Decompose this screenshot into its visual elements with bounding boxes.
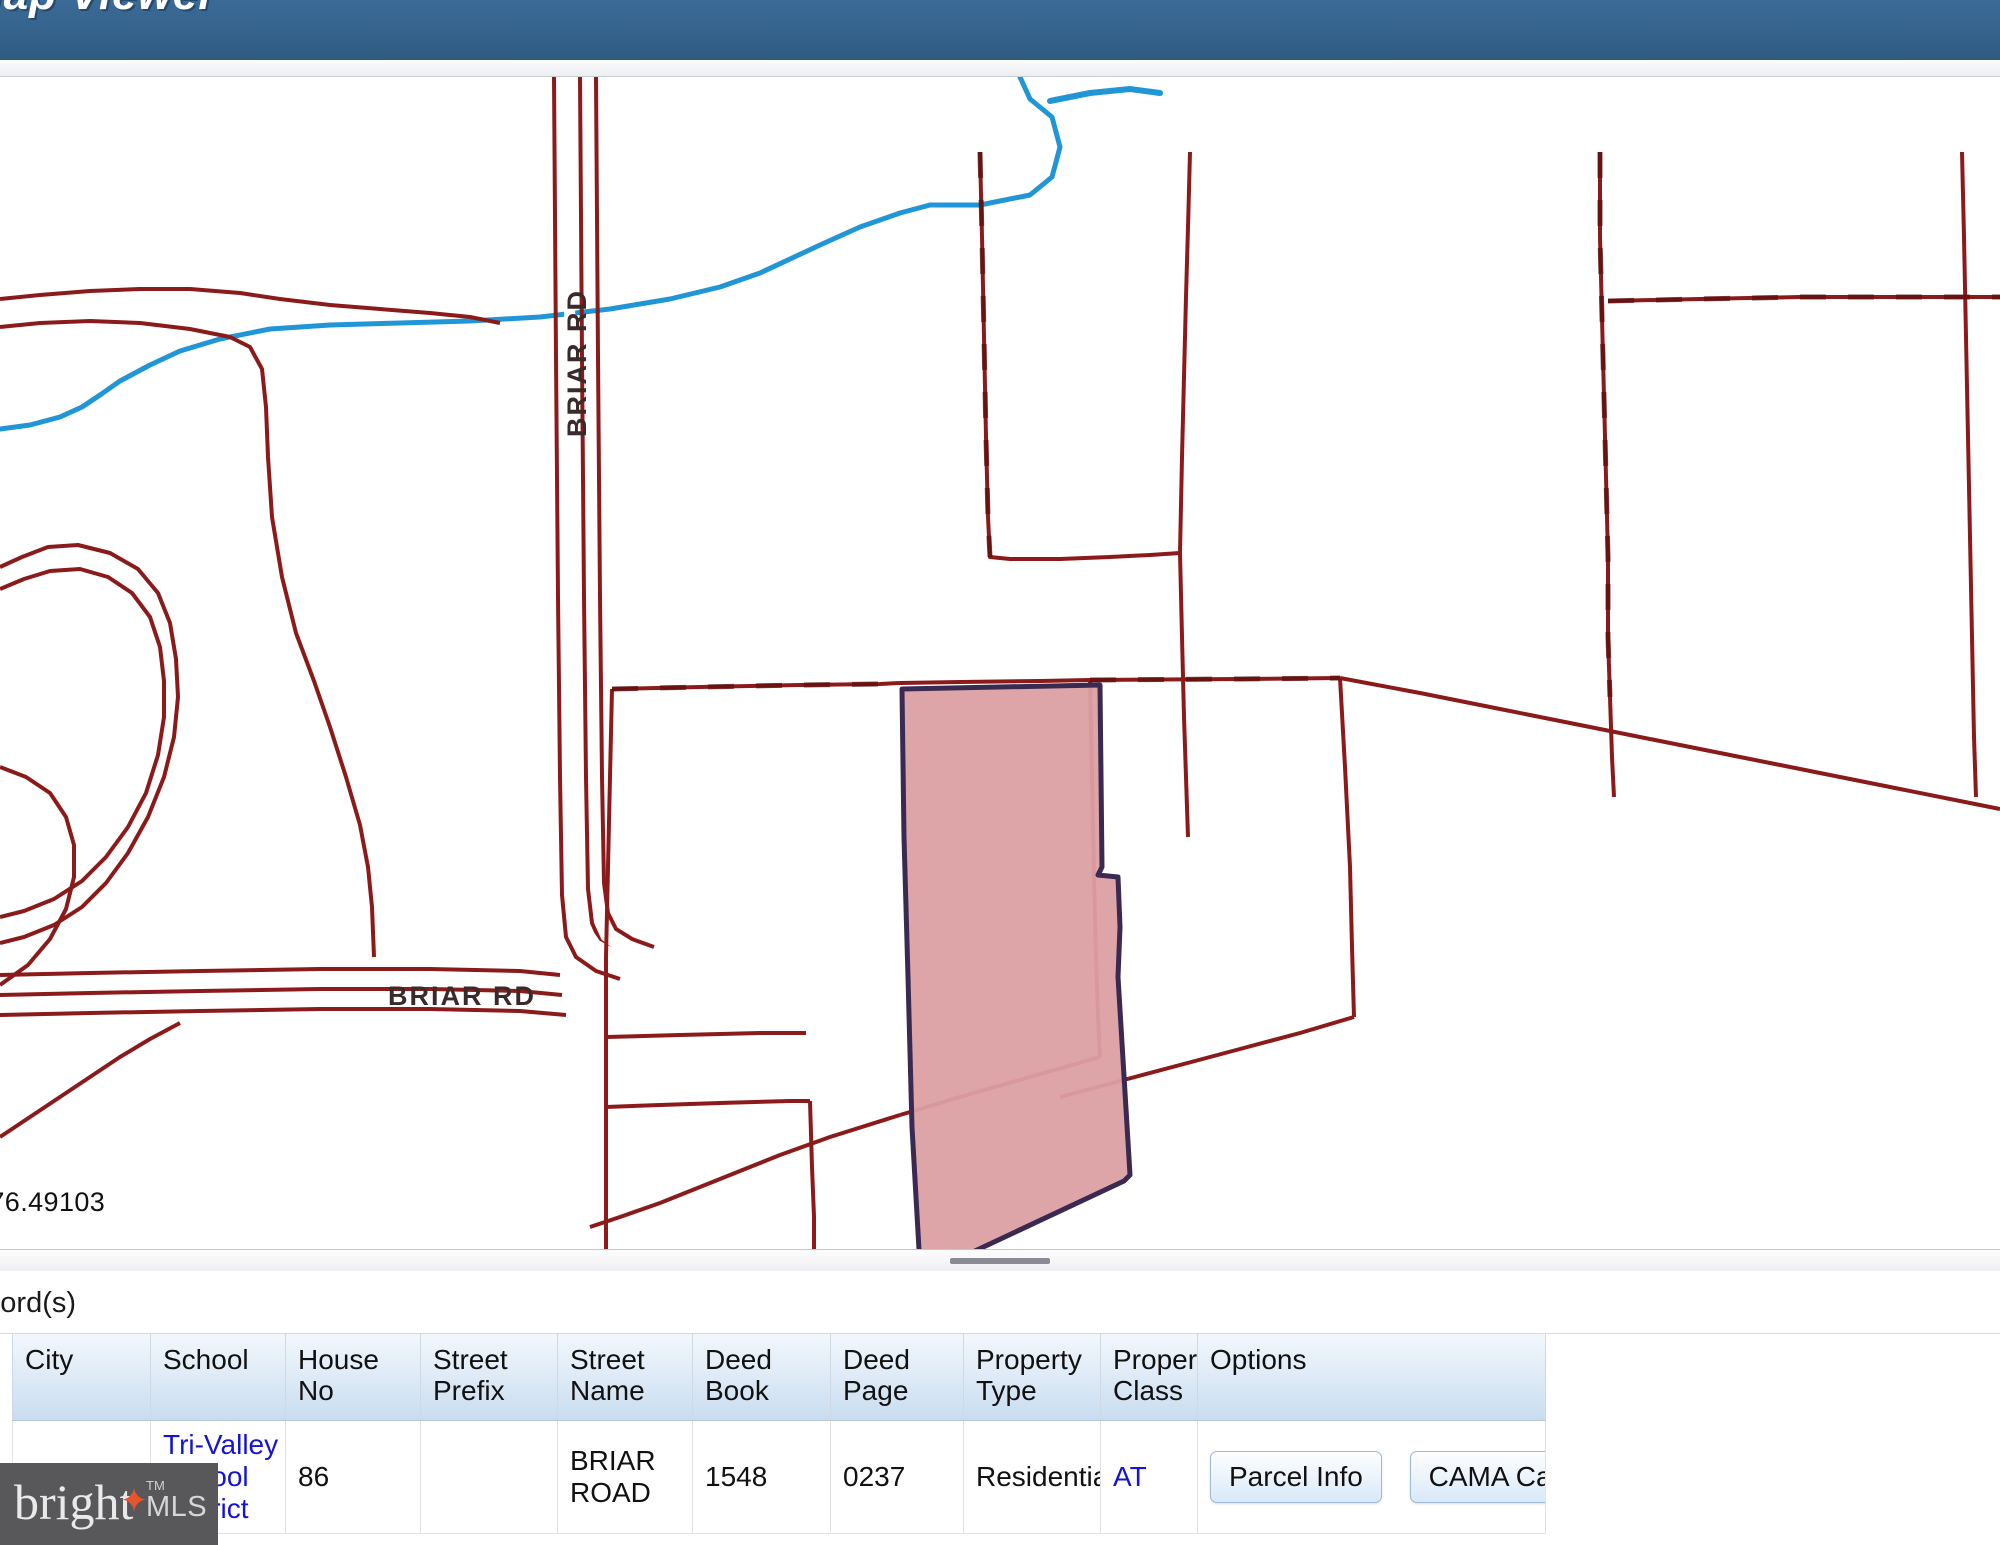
cell-options: Parcel Info CAMA Card (1197, 1420, 1546, 1534)
results-table-scroll[interactable]: City School House No Street Prefix Stree… (0, 1333, 2000, 1545)
cell-deed-book: 1548 (692, 1420, 831, 1534)
record-count-label: record(s) (0, 1287, 77, 1319)
cell-house-no: 86 (285, 1420, 421, 1534)
column-header-street-name[interactable]: Street Name (557, 1334, 693, 1421)
parcel-info-button[interactable]: Parcel Info (1210, 1450, 1382, 1503)
cell-street-prefix (420, 1420, 558, 1534)
table-row[interactable]: Eldred Tri-Valley School District 86 BRI… (12, 1420, 1546, 1534)
map-canvas[interactable]: BRIAR RD BRIAR RD -76.49103 (0, 77, 2000, 1250)
page-title: Map Viewer (0, 0, 216, 20)
column-header-street-prefix[interactable]: Street Prefix (420, 1334, 558, 1421)
cell-street-name: BRIAR ROAD (557, 1420, 693, 1534)
column-header-options[interactable]: Options (1197, 1334, 1546, 1421)
cell-property-type: Residential (963, 1420, 1101, 1534)
watermark-suffix-text: MLS (146, 1491, 208, 1523)
road-label-horizontal: BRIAR RD (388, 981, 536, 1011)
bright-mls-watermark: bright ✦ TM MLS (0, 1463, 218, 1545)
splitter-grip-handle[interactable] (950, 1258, 1050, 1264)
cell-deed-page: 0237 (830, 1420, 964, 1534)
results-table: City School House No Street Prefix Stree… (12, 1334, 1546, 1534)
map-viewer-app: Map Viewer (0, 0, 2000, 1545)
table-header-row: City School House No Street Prefix Stree… (12, 1334, 1546, 1421)
column-header-city[interactable]: City (12, 1334, 151, 1421)
coordinate-readout: -76.49103 (0, 1186, 112, 1219)
cama-card-button[interactable]: CAMA Card (1409, 1450, 1545, 1503)
panel-splitter[interactable] (0, 1249, 2000, 1273)
map-toolbar-strip[interactable] (0, 60, 2000, 77)
column-header-deed-book[interactable]: Deed Book (692, 1334, 831, 1421)
column-header-house-no[interactable]: House No (285, 1334, 421, 1421)
road-label-vertical: BRIAR RD (562, 289, 592, 437)
app-header: Map Viewer (0, 0, 2000, 62)
parcel-boundary-ticks (611, 151, 2000, 698)
column-header-property-class[interactable]: Property Class (1100, 1334, 1198, 1421)
selected-parcel-polygon (899, 682, 1133, 1249)
cell-property-class[interactable]: AT (1100, 1420, 1198, 1534)
results-panel: record(s) City School House No Street Pr… (0, 1271, 2000, 1545)
column-header-deed-page[interactable]: Deed Page (830, 1334, 964, 1421)
map-graphics: BRIAR RD BRIAR RD (0, 77, 2000, 1249)
property-class-link[interactable]: AT (1113, 1461, 1147, 1492)
column-header-property-type[interactable]: Property Type (963, 1334, 1101, 1421)
column-header-school[interactable]: School (150, 1334, 286, 1421)
watermark-brand-text: bright (14, 1474, 134, 1530)
star-icon: ✦ (119, 1482, 149, 1520)
